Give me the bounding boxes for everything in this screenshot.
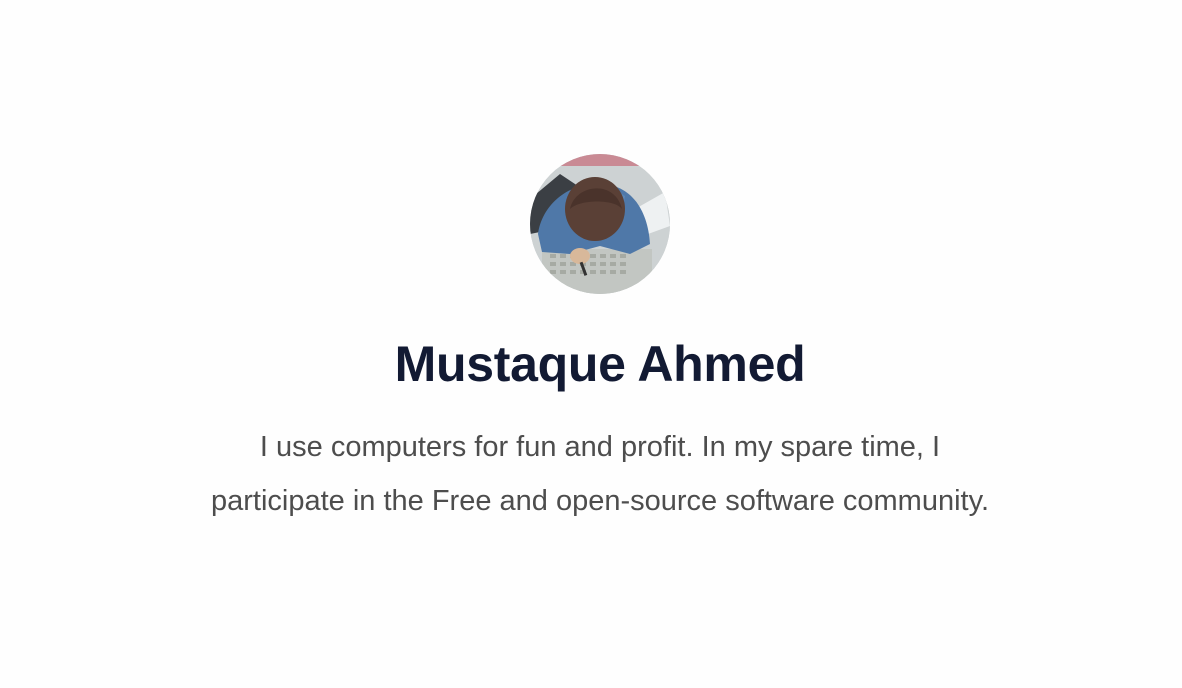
profile-name: Mustaque Ahmed: [394, 336, 806, 392]
profile-bio: I use computers for fun and profit. In m…: [210, 431, 989, 517]
avatar: [530, 154, 670, 294]
avatar-illustration: [530, 154, 670, 294]
profile-page: Mustaque Ahmed I use computers for fun a…: [0, 0, 1182, 688]
